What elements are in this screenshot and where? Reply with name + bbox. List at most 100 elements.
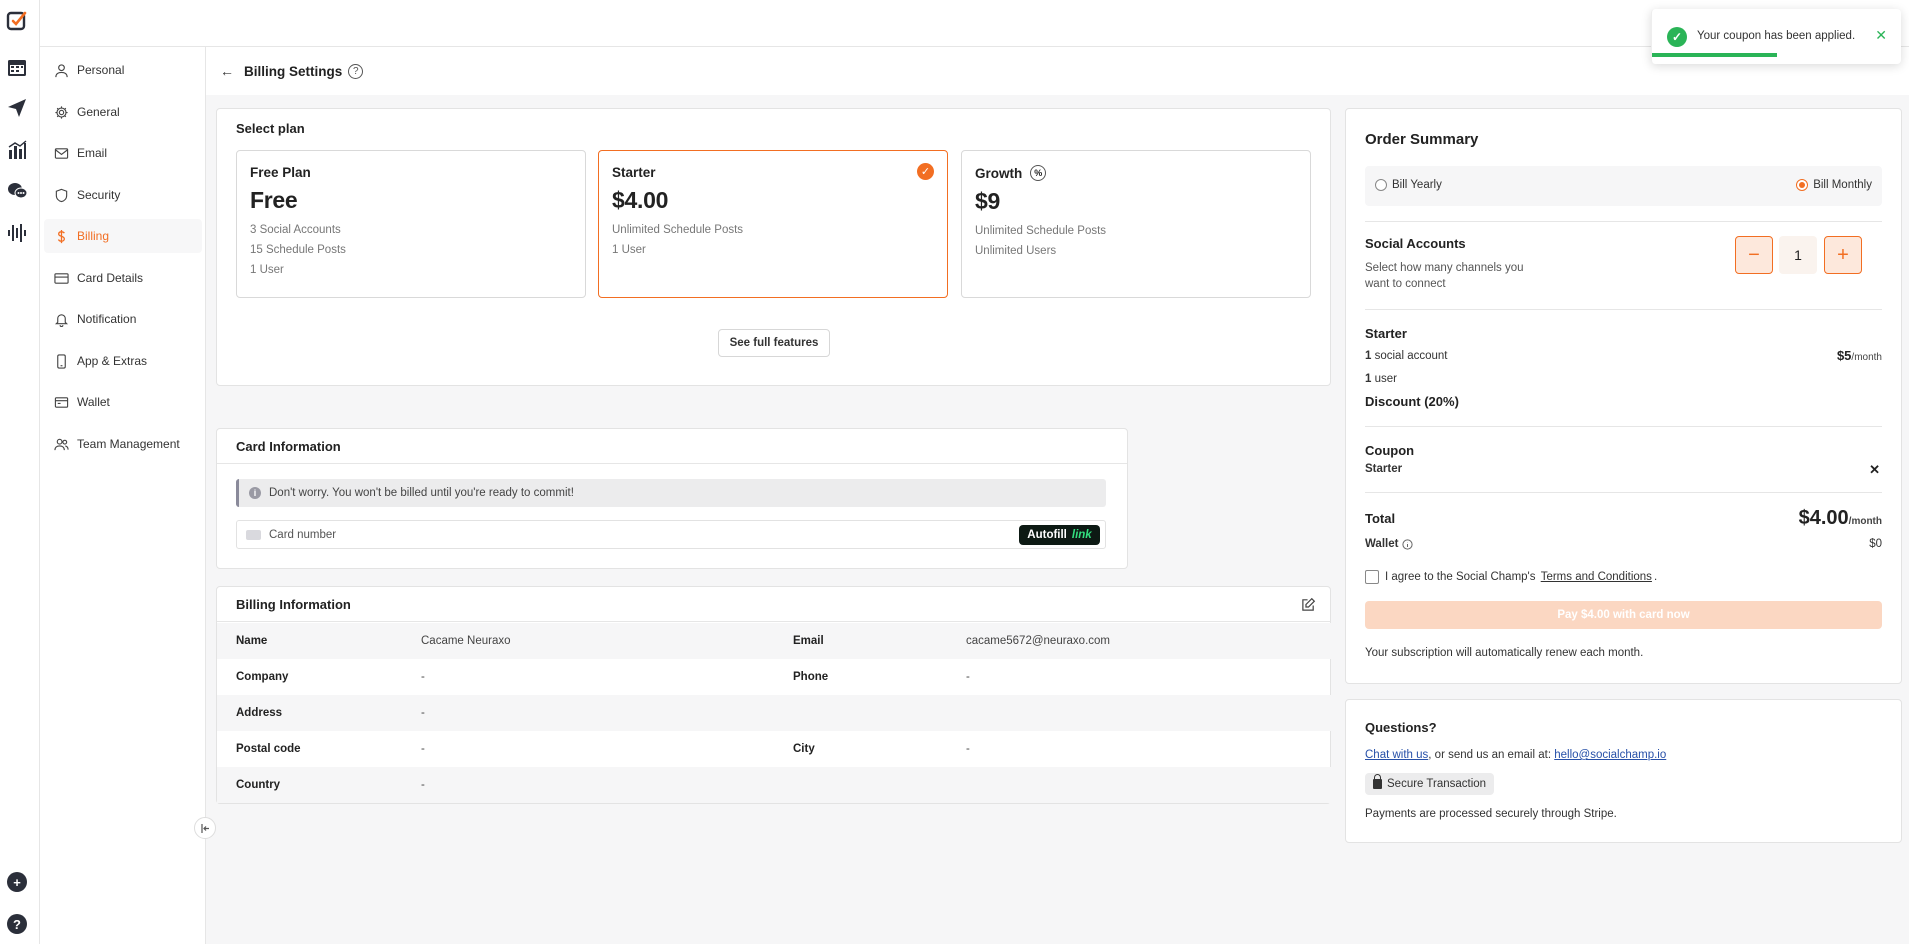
sidebar-item-label: Team Management <box>77 437 180 451</box>
add-icon[interactable]: + <box>7 872 27 892</box>
sidebar-item-card-details[interactable]: Card Details <box>44 261 202 295</box>
questions-title: Questions? <box>1365 720 1437 735</box>
credit-card-icon <box>54 272 69 284</box>
sidebar-item-wallet[interactable]: Wallet <box>44 385 202 419</box>
billing-row: Name Cacame Neuraxo Email cacame5672@neu… <box>217 623 1332 659</box>
settings-sidebar: Personal General Email Security Billing … <box>40 47 206 944</box>
sidebar-item-label: Email <box>77 146 108 160</box>
plan-card-free[interactable]: Free Plan Free 3 Social Accounts 15 Sche… <box>236 150 586 298</box>
success-toast: ✓ Your coupon has been applied. ✕ <box>1651 9 1901 64</box>
back-arrow-icon[interactable]: ← <box>220 63 234 79</box>
notice-text: Don't worry. You won't be billed until y… <box>269 487 574 499</box>
team-icon <box>54 438 69 450</box>
billing-value: - <box>421 743 425 755</box>
card-number-input[interactable]: Card number Autofill link <box>236 520 1106 549</box>
discount-percent-icon: % <box>1030 165 1047 181</box>
bill-yearly-radio[interactable]: Bill Yearly <box>1375 179 1442 191</box>
toast-message: Your coupon has been applied. <box>1697 30 1856 42</box>
support-email-link[interactable]: hello@socialchamp.io <box>1554 749 1666 761</box>
wallet-icon <box>54 396 69 408</box>
radio-label: Bill Yearly <box>1392 179 1442 191</box>
card-information-title: Card Information <box>217 429 1127 464</box>
divider <box>1365 309 1882 310</box>
coupon-title: Coupon <box>1365 443 1415 458</box>
see-full-features-button[interactable]: See full features <box>718 329 830 357</box>
app-rail: + ? <box>0 0 40 944</box>
billing-label: Address <box>236 707 283 719</box>
phone-icon <box>57 353 66 369</box>
chat-with-us-link[interactable]: Chat with us <box>1365 749 1428 761</box>
collapse-sidebar-button[interactable] <box>194 817 216 839</box>
top-bar <box>40 0 1909 47</box>
select-plan-title: Select plan <box>236 121 305 136</box>
info-icon[interactable] <box>1402 538 1414 550</box>
divider <box>1365 221 1882 222</box>
social-accounts-title: Social Accounts <box>1365 236 1466 251</box>
mail-icon <box>54 147 69 159</box>
link-wordmark: link <box>1071 529 1092 541</box>
help-circle-icon[interactable]: ? <box>348 63 364 79</box>
sidebar-item-label: App & Extras <box>77 354 148 368</box>
success-check-icon: ✓ <box>1667 27 1687 47</box>
card-number-placeholder: Card number <box>269 528 337 541</box>
billing-cycle-toggle: Bill Yearly Bill Monthly <box>1365 166 1882 206</box>
questions-text: Chat with us, or send us an email at: he… <box>1365 749 1666 761</box>
close-toast-icon[interactable]: ✕ <box>1875 27 1887 44</box>
audio-wave-icon[interactable] <box>6 222 28 244</box>
total-amount: $4.00 <box>1798 507 1849 529</box>
analytics-icon[interactable] <box>6 139 28 161</box>
sidebar-item-team-management[interactable]: Team Management <box>44 427 202 461</box>
total-label: Total <box>1365 511 1396 526</box>
billing-label: Name <box>236 635 268 647</box>
remove-coupon-icon[interactable]: ✕ <box>1869 462 1880 478</box>
billing-label: Phone <box>793 671 829 683</box>
wallet-value: $0 <box>1869 538 1882 550</box>
plan-feature: 3 Social Accounts <box>250 224 341 236</box>
collapse-icon <box>200 823 209 833</box>
increase-quantity-button[interactable]: + <box>1824 236 1862 274</box>
sidebar-item-email[interactable]: Email <box>44 136 202 170</box>
plan-name: Free Plan <box>250 165 311 180</box>
agree-suffix: . <box>1653 571 1658 583</box>
sidebar-item-general[interactable]: General <box>44 95 202 129</box>
edit-icon[interactable] <box>1301 597 1316 612</box>
sidebar-item-app-extras[interactable]: App & Extras <box>44 344 202 378</box>
select-plan-card: Select plan Free Plan Free 3 Social Acco… <box>216 108 1331 386</box>
bill-monthly-radio[interactable]: Bill Monthly <box>1796 179 1872 191</box>
lock-icon <box>1373 774 1382 789</box>
billing-value: - <box>966 671 970 683</box>
decrease-quantity-button[interactable]: − <box>1735 236 1773 274</box>
per-month: /month <box>1851 352 1882 363</box>
radio-label: Bill Monthly <box>1813 179 1872 191</box>
autofill-link-button[interactable]: Autofill link <box>1019 525 1100 545</box>
accounts-line: 1 social account <box>1365 350 1447 362</box>
bell-icon <box>54 313 69 327</box>
plan-feature: 1 User <box>250 264 284 276</box>
order-summary-card: Order Summary Bill Yearly Bill Monthly S… <box>1345 108 1902 684</box>
sidebar-item-billing[interactable]: Billing <box>44 219 202 253</box>
send-icon[interactable] <box>6 97 28 119</box>
plan-card-growth[interactable]: Growth % $9 Unlimited Schedule Posts Unl… <box>961 150 1311 298</box>
sidebar-item-label: Billing <box>77 229 110 243</box>
questions-card: Questions? Chat with us, or send us an e… <box>1345 699 1902 843</box>
terms-link[interactable]: Terms and Conditions <box>1541 571 1652 583</box>
sidebar-item-label: Security <box>77 188 121 202</box>
billing-value: - <box>421 779 425 791</box>
billing-label: Email <box>793 635 824 647</box>
plan-card-starter[interactable]: Starter ✓ $4.00 Unlimited Schedule Posts… <box>598 150 948 298</box>
chat-icon[interactable] <box>6 180 28 202</box>
help-icon[interactable]: ? <box>7 914 27 934</box>
plan-name: Starter <box>612 165 656 180</box>
sidebar-item-security[interactable]: Security <box>44 178 202 212</box>
order-summary-title: Order Summary <box>1365 131 1479 148</box>
pay-button[interactable]: Pay $4.00 with card now <box>1365 601 1882 629</box>
wallet-line: Wallet <box>1365 538 1414 550</box>
terms-checkbox[interactable] <box>1365 570 1379 584</box>
sidebar-item-personal[interactable]: Personal <box>44 53 202 87</box>
sidebar-item-notification[interactable]: Notification <box>44 302 202 336</box>
billing-value: - <box>421 671 425 683</box>
social-champ-logo[interactable] <box>6 10 28 32</box>
billing-label: Company <box>236 671 289 683</box>
calendar-icon[interactable] <box>6 56 28 78</box>
radio-off-icon <box>1375 179 1387 191</box>
